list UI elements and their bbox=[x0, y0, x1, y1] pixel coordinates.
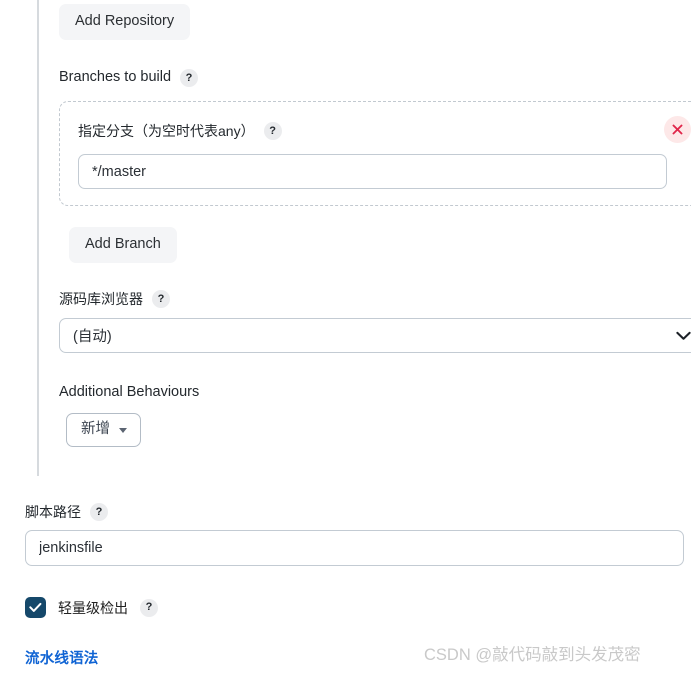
branches-to-build-label: Branches to build bbox=[59, 69, 172, 86]
add-branch-button[interactable]: Add Branch bbox=[69, 227, 177, 263]
scm-section: Add Repository Branches to build ? 指定分支（… bbox=[37, 0, 691, 476]
lightweight-checkout-help-icon[interactable]: ? bbox=[140, 598, 158, 617]
script-path-label: 脚本路径 bbox=[25, 503, 81, 520]
script-path-label-row: 脚本路径 ? bbox=[25, 503, 108, 521]
checkmark-icon bbox=[29, 602, 42, 612]
remove-branch-button[interactable] bbox=[664, 116, 691, 143]
pipeline-syntax-link[interactable]: 流水线语法 bbox=[25, 647, 99, 668]
additional-behaviours-label-row: Additional Behaviours bbox=[59, 384, 199, 401]
repository-browser-label-row: 源码库浏览器 ? bbox=[59, 290, 170, 308]
lightweight-checkout-row: 轻量级检出 ? bbox=[25, 597, 158, 618]
add-repository-button[interactable]: Add Repository bbox=[59, 4, 191, 40]
repository-browser-select-wrap: (自动) bbox=[59, 318, 691, 353]
additional-behaviours-add-button[interactable]: 新增 bbox=[66, 413, 141, 447]
branches-to-build-label-row: Branches to build ? bbox=[59, 69, 199, 87]
branch-spec-label-row: 指定分支（为空时代表any） ? bbox=[78, 122, 282, 140]
script-path-input[interactable] bbox=[25, 530, 684, 566]
branch-spec-label: 指定分支（为空时代表any） bbox=[78, 122, 255, 139]
branches-to-build-help-icon[interactable]: ? bbox=[180, 69, 199, 87]
branch-entry-block: 指定分支（为空时代表any） ? bbox=[59, 101, 691, 206]
repository-browser-select[interactable]: (自动) bbox=[59, 318, 691, 353]
repository-browser-help-icon[interactable]: ? bbox=[152, 290, 170, 308]
additional-behaviours-label: Additional Behaviours bbox=[59, 384, 200, 400]
script-path-help-icon[interactable]: ? bbox=[90, 503, 108, 521]
branch-spec-help-icon[interactable]: ? bbox=[263, 122, 282, 140]
repository-browser-label: 源码库浏览器 bbox=[59, 290, 143, 307]
caret-down-icon bbox=[119, 427, 127, 433]
lightweight-checkout-checkbox[interactable] bbox=[25, 597, 46, 618]
lightweight-checkout-label: 轻量级检出 bbox=[58, 599, 128, 616]
branch-spec-input[interactable] bbox=[78, 154, 667, 189]
repository-browser-selected-value: (自动) bbox=[73, 329, 112, 345]
csdn-watermark: CSDN @敲代码敲到头发茂密 bbox=[424, 646, 641, 664]
close-icon bbox=[672, 124, 683, 135]
additional-behaviours-add-label: 新增 bbox=[81, 421, 110, 437]
